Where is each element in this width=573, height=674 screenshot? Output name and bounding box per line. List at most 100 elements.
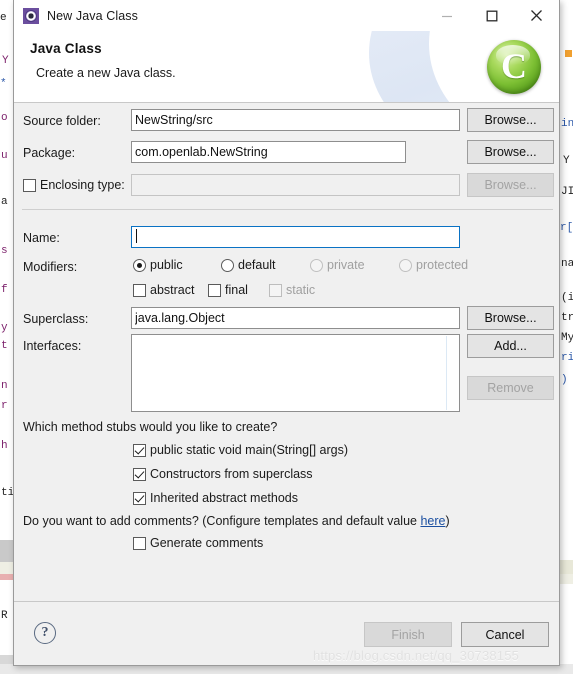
stub-checkbox-constructors[interactable]: Constructors from superclass (133, 467, 313, 481)
radio-private-control (310, 258, 323, 272)
backdrop-band (0, 562, 13, 574)
backdrop-code-line: My (561, 332, 573, 344)
finish-button: Finish (364, 622, 452, 647)
backdrop-code-line: tr (561, 312, 573, 324)
interfaces-remove-button: Remove (467, 376, 554, 400)
page-title: Java Class (30, 41, 102, 56)
backdrop-code-line: Y (563, 155, 570, 167)
interfaces-label: Interfaces: (23, 339, 82, 353)
method-stubs-question: Which method stubs would you like to cre… (23, 420, 278, 434)
new-java-class-dialog: New Java Class Java Class Create a new J… (13, 0, 560, 666)
name-input[interactable] (131, 226, 460, 248)
superclass-browse-button[interactable]: Browse... (467, 306, 554, 330)
radio-protected-label: protected (416, 258, 469, 272)
radio-protected-control (399, 258, 412, 272)
dialog-footer: ? Finish Cancel (14, 601, 559, 665)
dialog-body: Source folder: Browse... Package: Browse… (14, 103, 559, 601)
superclass-row: Superclass: (23, 312, 88, 326)
backdrop-code-line: R (1, 610, 8, 622)
modifier-radio-protected: protected (399, 258, 468, 272)
enclosing-type-input[interactable] (131, 174, 460, 196)
checkbox-abstract-label: abstract (150, 283, 195, 297)
page-subtitle: Create a new Java class. (36, 66, 176, 80)
comments-question-suffix: ) (445, 514, 450, 528)
backdrop-code-line: a (1, 196, 8, 208)
package-row: Package: (23, 146, 75, 160)
enclosing-type-checkbox[interactable]: Enclosing type: (23, 178, 125, 192)
title-bar: New Java Class (14, 0, 559, 31)
comments-question: Do you want to add comments? (Configure … (23, 514, 450, 528)
backdrop-code-line: na (561, 258, 573, 270)
backdrop-code-line: Y (2, 55, 9, 67)
backdrop-code-line: (in (561, 292, 573, 304)
maximize-button[interactable] (469, 0, 514, 31)
checkbox-final-label: final (225, 283, 248, 297)
checkbox-static-label: static (286, 283, 316, 297)
source-folder-browse-button[interactable]: Browse... (467, 108, 554, 132)
radio-private-label: private (327, 258, 365, 272)
checkbox-static-control (269, 283, 282, 297)
package-input[interactable] (131, 141, 406, 163)
close-button[interactable] (514, 0, 559, 31)
source-folder-input[interactable] (131, 109, 460, 131)
window-title: New Java Class (47, 8, 139, 23)
comments-question-prefix: Do you want to add comments? (Configure … (23, 514, 421, 528)
backdrop-code-line: * (0, 78, 7, 90)
minimize-icon (441, 15, 452, 17)
window-controls (424, 0, 559, 31)
help-button[interactable]: ? (34, 622, 56, 644)
interfaces-row: Interfaces: (23, 339, 81, 353)
stub-checkbox-inherited[interactable]: Inherited abstract methods (133, 491, 298, 505)
backdrop-code-line: JI (561, 186, 573, 198)
radio-public-control (133, 258, 146, 272)
modifier-radio-public[interactable]: public (133, 258, 183, 272)
stub-checkbox-main[interactable]: public static void main(String[] args) (133, 443, 348, 457)
checkbox-inherited-control (133, 491, 146, 505)
modifiers-row: Modifiers: (23, 260, 77, 274)
wizard-header: Java Class Create a new Java class. C (14, 31, 559, 103)
java-class-banner-icon: C (487, 40, 541, 94)
backdrop-code-line: ) (561, 374, 568, 386)
enclosing-type-checkbox-box (23, 178, 36, 192)
modifier-checkbox-abstract[interactable]: abstract (133, 283, 194, 297)
minimize-button[interactable] (424, 0, 469, 31)
modifier-checkbox-final[interactable]: final (208, 283, 248, 297)
name-label: Name: (23, 231, 60, 245)
checkbox-inherited-label: Inherited abstract methods (150, 491, 298, 505)
configure-templates-link[interactable]: here (420, 514, 445, 528)
radio-public-label: public (150, 258, 183, 272)
backdrop-code-line: u (1, 150, 8, 162)
modifiers-label: Modifiers: (23, 260, 78, 274)
backdrop-marker (565, 50, 572, 57)
backdrop-code-line: s (1, 245, 8, 257)
backdrop-code-line: in (561, 118, 573, 130)
interfaces-add-button[interactable]: Add... (467, 334, 554, 358)
checkbox-main-label: public static void main(String[] args) (150, 443, 348, 457)
checkbox-abstract-control (133, 283, 146, 297)
source-folder-row: Source folder: (23, 114, 101, 128)
generate-comments-checkbox[interactable]: Generate comments (133, 536, 263, 550)
package-browse-button[interactable]: Browse... (467, 140, 554, 164)
backdrop-code-line: r[ (560, 222, 573, 234)
interfaces-listbox[interactable] (131, 334, 460, 412)
package-label: Package: (23, 146, 76, 160)
checkbox-generate-comments-label: Generate comments (150, 536, 264, 550)
radio-default-control (221, 258, 234, 272)
modifier-radio-private: private (310, 258, 365, 272)
enclosing-type-label: Enclosing type: (40, 178, 125, 192)
modifier-radio-default[interactable]: default (221, 258, 276, 272)
checkbox-main-control (133, 443, 146, 457)
backdrop-code-line: y (1, 322, 8, 334)
maximize-icon (486, 10, 497, 21)
java-class-wizard-icon (23, 7, 39, 24)
interfaces-scrollbar-track[interactable] (446, 336, 447, 410)
backdrop-code-line: n (1, 380, 8, 392)
backdrop-band (0, 655, 13, 664)
superclass-input[interactable] (131, 307, 460, 329)
cancel-button[interactable]: Cancel (461, 622, 549, 647)
backdrop-band (0, 574, 13, 580)
backdrop-code-line: h (1, 440, 8, 452)
enclosing-type-browse-button: Browse... (467, 173, 554, 197)
checkbox-constructors-control (133, 467, 146, 481)
backdrop-code-line: e (0, 12, 7, 24)
